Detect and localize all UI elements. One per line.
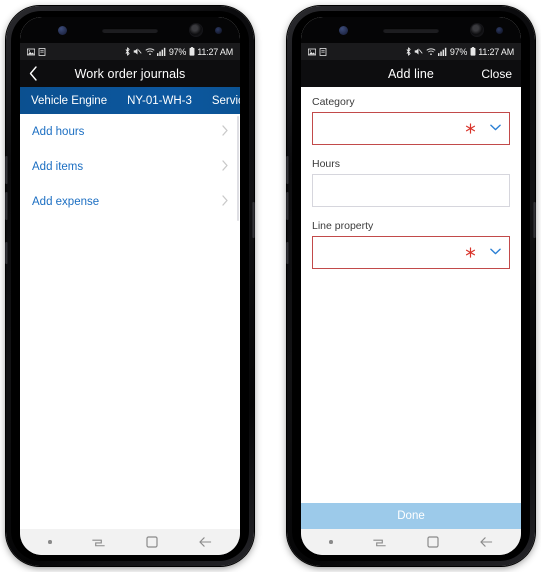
work-order-context-bar: Vehicle Engine NY-01-WH-3 Service — [20, 87, 240, 114]
volume-down-button[interactable] — [5, 192, 8, 220]
list-scrollbar[interactable] — [237, 116, 239, 221]
home-icon[interactable] — [427, 536, 439, 548]
sensor-row-left — [20, 17, 240, 43]
image-icon — [27, 48, 35, 56]
list-item-add-hours[interactable]: Add hours — [20, 114, 240, 149]
wifi-icon — [145, 47, 155, 56]
front-camera-icon — [471, 24, 483, 36]
required-asterisk-icon — [465, 122, 476, 136]
clock-label: 11:27 AM — [478, 46, 514, 57]
battery-percent-label: 97% — [449, 46, 468, 57]
phone-bezel-left: 97% 11:27 AM Work order journals Vehicle… — [11, 11, 249, 561]
recents-icon[interactable] — [373, 536, 387, 549]
phone-device-right: 97% 11:27 AM Add line Close Category Hou… — [286, 6, 536, 566]
assistant-button[interactable] — [5, 242, 8, 264]
page-title: Work order journals — [74, 66, 186, 81]
field-label: Hours — [312, 158, 341, 170]
phone-bezel-right: 97% 11:27 AM Add line Close Category Hou… — [292, 11, 530, 561]
chevron-down-icon[interactable] — [490, 247, 501, 258]
earpiece-speaker-icon — [383, 28, 439, 33]
line-property-dropdown[interactable] — [312, 236, 510, 269]
done-button[interactable]: Done — [301, 503, 521, 529]
notification-led-icon — [58, 26, 67, 35]
hours-input[interactable] — [312, 174, 510, 207]
back-icon[interactable] — [480, 536, 493, 548]
app-bar-right: Add line Close — [301, 60, 521, 87]
field-hours: Hours — [312, 158, 510, 207]
volume-up-button[interactable] — [286, 156, 289, 184]
signal-icon — [157, 47, 166, 56]
field-label: Category — [312, 96, 355, 108]
dot-icon[interactable] — [329, 540, 333, 544]
phone-device-left: 97% 11:27 AM Work order journals Vehicle… — [5, 6, 255, 566]
app-bar-left: Work order journals — [20, 60, 240, 87]
assistant-button[interactable] — [286, 242, 289, 264]
battery-icon — [470, 47, 476, 56]
power-button[interactable] — [252, 202, 255, 238]
category-dropdown[interactable] — [312, 112, 510, 145]
system-navigation-bar-left — [20, 529, 240, 555]
phone-screen-left: 97% 11:27 AM Work order journals Vehicle… — [20, 17, 240, 555]
recents-icon[interactable] — [92, 536, 106, 549]
mute-icon — [133, 47, 142, 56]
back-icon[interactable] — [199, 536, 212, 548]
front-camera-icon — [190, 24, 202, 36]
list-item-add-items[interactable]: Add items — [20, 149, 240, 184]
clock-label: 11:27 AM — [197, 46, 233, 57]
dot-icon[interactable] — [48, 540, 52, 544]
status-bar-left: 97% 11:27 AM — [20, 43, 240, 60]
wifi-icon — [426, 47, 436, 56]
back-navigation-button[interactable] — [29, 60, 38, 87]
system-navigation-bar-right — [301, 529, 521, 555]
notification-led-icon — [339, 26, 348, 35]
context-service-label: Service — [211, 94, 240, 107]
list-item-add-expense[interactable]: Add expense — [20, 184, 240, 219]
battery-icon — [189, 47, 195, 56]
image-icon — [308, 48, 316, 56]
document-icon — [38, 47, 46, 56]
field-line-property: Line property — [312, 220, 510, 269]
mute-icon — [414, 47, 423, 56]
bluetooth-icon — [124, 47, 131, 56]
volume-down-button[interactable] — [286, 192, 289, 220]
field-category: Category — [312, 96, 510, 145]
sensor-row-right — [301, 17, 521, 43]
phone-screen-right: 97% 11:27 AM Add line Close Category Hou… — [301, 17, 521, 555]
chevron-down-icon[interactable] — [490, 123, 501, 134]
signal-icon — [438, 47, 447, 56]
document-icon — [319, 47, 327, 56]
home-icon[interactable] — [146, 536, 158, 548]
chevron-right-icon — [222, 125, 228, 138]
chevron-right-icon — [222, 195, 228, 208]
add-line-form: Category Hours Line property — [301, 87, 521, 503]
context-vehicle-label: Vehicle Engine — [31, 94, 108, 107]
screenshot-canvas: 97% 11:27 AM Work order journals Vehicle… — [0, 0, 541, 572]
power-button[interactable] — [533, 202, 536, 238]
close-button[interactable]: Close — [481, 60, 512, 87]
volume-up-button[interactable] — [5, 156, 8, 184]
journal-options-list: Add hours Add items Add expense — [20, 114, 240, 529]
earpiece-speaker-icon — [102, 28, 158, 33]
bluetooth-icon — [405, 47, 412, 56]
required-asterisk-icon — [465, 246, 476, 260]
status-bar-right: 97% 11:27 AM — [301, 43, 521, 60]
battery-percent-label: 97% — [168, 46, 187, 57]
proximity-sensor-icon — [496, 27, 503, 34]
list-item-label: Add expense — [32, 195, 100, 208]
list-item-label: Add items — [32, 160, 84, 173]
proximity-sensor-icon — [215, 27, 222, 34]
context-workorder-label: NY-01-WH-3 — [127, 94, 192, 107]
chevron-right-icon — [222, 160, 228, 173]
list-item-label: Add hours — [32, 125, 85, 138]
field-label: Line property — [312, 220, 374, 232]
